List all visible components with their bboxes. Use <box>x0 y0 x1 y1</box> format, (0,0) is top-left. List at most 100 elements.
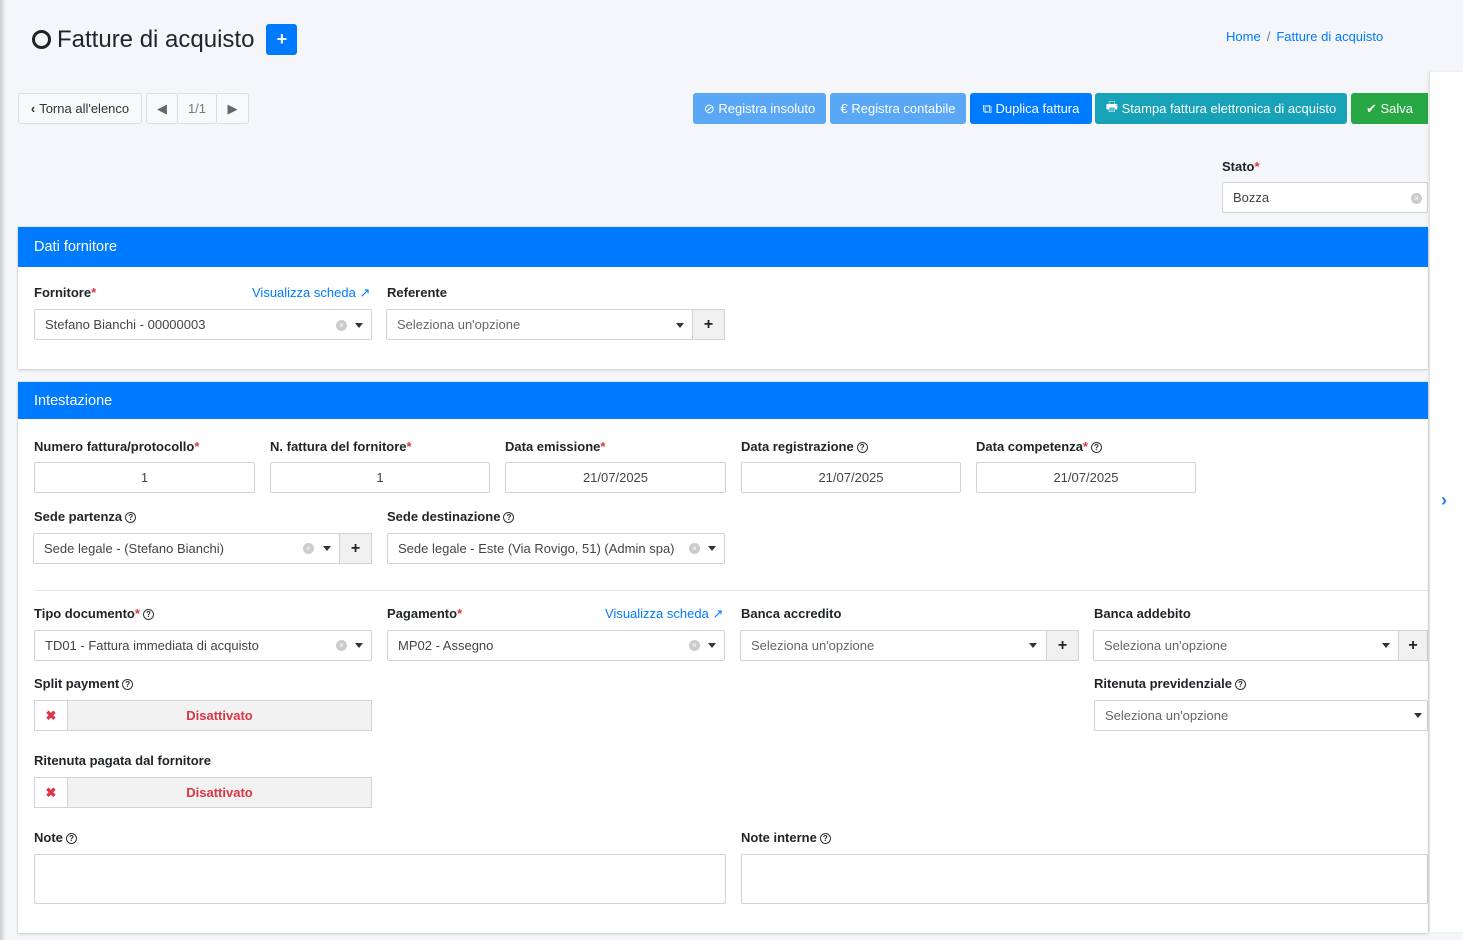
clear-icon[interactable]: × <box>303 543 314 554</box>
toggle-state: Disattivato <box>186 708 253 723</box>
help-icon[interactable]: ? <box>1234 679 1246 690</box>
add-sede-button[interactable]: + <box>339 533 372 564</box>
stato-label: Stato* <box>1222 159 1260 174</box>
split-payment-toggle[interactable]: ✖ Disattivato <box>34 700 372 731</box>
stampa-fattura-button[interactable]: 🖶 Stampa fattura elettronica di acquisto <box>1095 93 1347 124</box>
visualizza-scheda-pagamento-link[interactable]: Visualizza scheda ↗ <box>605 606 723 622</box>
add-button[interactable]: + <box>266 24 298 55</box>
record-counter: 1/1 <box>177 93 217 124</box>
caret-down-icon <box>1029 643 1037 648</box>
help-icon[interactable]: ? <box>819 833 831 844</box>
registra-insoluto-button[interactable]: ⊘ Registra insoluto <box>693 93 826 124</box>
card-header[interactable]: Intestazione <box>18 382 1428 419</box>
help-icon[interactable]: ? <box>125 512 137 523</box>
add-banca-accredito-button[interactable]: + <box>1046 630 1079 661</box>
arrow-right-circle-icon: ▶ <box>227 100 238 116</box>
ritenuta-pagata-toggle[interactable]: ✖ Disattivato <box>34 777 372 808</box>
registrazione-label: Data registrazione? <box>741 439 868 454</box>
ban-icon: ⊘ <box>703 100 719 116</box>
prev-record-button[interactable]: ◀ <box>146 93 178 124</box>
card-header[interactable]: Dati fornitore <box>18 227 1428 267</box>
tipo-label: Tipo documento*? <box>34 606 154 621</box>
sidebar-edge <box>0 0 6 940</box>
partenza-select[interactable]: Sede legale - (Stefano Bianchi) <box>33 533 340 564</box>
page-counter: 1/1 <box>187 101 207 116</box>
note-interne-textarea[interactable] <box>741 854 1428 904</box>
salva-button[interactable]: ✔ Salva <box>1351 93 1428 124</box>
clear-icon[interactable]: × <box>689 543 700 554</box>
help-icon[interactable]: ? <box>503 512 515 523</box>
caret-down-icon <box>1382 643 1390 648</box>
help-icon[interactable]: ? <box>122 679 134 690</box>
stato-select[interactable]: Bozza <box>1222 182 1428 213</box>
dati-fornitore-card: Dati fornitore <box>18 227 1428 369</box>
back-to-list-button[interactable]: ‹ Torna all'elenco <box>18 93 142 124</box>
clear-icon[interactable]: × <box>336 320 347 331</box>
emissione-label: Data emissione* <box>505 439 606 454</box>
tipo-documento-select[interactable]: TD01 - Fattura immediata di acquisto <box>34 630 372 661</box>
print-icon: 🖶 <box>1105 98 1122 114</box>
nfornitore-label: N. fattura del fornitore* <box>270 439 412 454</box>
ritpag-label: Ritenuta pagata dal fornitore <box>34 753 211 768</box>
fornitore-select[interactable]: Stefano Bianchi - 00000003 <box>34 309 372 340</box>
duplica-fattura-button[interactable]: ⧉ Duplica fattura <box>970 93 1092 124</box>
clear-icon[interactable]: × <box>336 640 347 651</box>
value: TD01 - Fattura immediata di acquisto <box>45 638 259 653</box>
card-title: Intestazione <box>34 392 113 409</box>
numero-input[interactable]: 1 <box>34 462 255 493</box>
help-icon[interactable]: ? <box>1090 442 1102 453</box>
ritprev-label: Ritenuta previdenziale? <box>1094 676 1246 691</box>
partenza-label: Sede partenza? <box>34 509 137 524</box>
value: 21/07/2025 <box>1053 470 1119 485</box>
breadcrumb-current[interactable]: Fatture di acquisto <box>1276 29 1383 44</box>
caret-down-icon <box>676 323 684 328</box>
external-link-icon: ↗ <box>712 606 724 621</box>
value: 1 <box>140 470 149 485</box>
registrazione-input[interactable]: 21/07/2025 <box>741 462 961 493</box>
value: 21/07/2025 <box>818 470 884 485</box>
competenza-label: Data competenza*? <box>976 439 1102 454</box>
add-referente-button[interactable]: + <box>692 309 725 340</box>
competenza-input[interactable]: 21/07/2025 <box>976 462 1196 493</box>
note-label: Note? <box>34 830 77 845</box>
registra-contabile-button[interactable]: € Registra contabile <box>830 93 966 124</box>
fornitore-label: Fornitore* <box>34 285 97 300</box>
caret-down-icon <box>708 643 716 648</box>
note-interne-label: Note interne? <box>741 830 831 845</box>
help-icon[interactable]: ? <box>856 442 868 453</box>
help-icon[interactable]: ? <box>65 833 77 844</box>
clear-icon[interactable]: × <box>1411 193 1422 204</box>
ritenuta-previdenziale-select[interactable]: Seleziona un'opzione <box>1094 700 1428 731</box>
x-icon: ✖ <box>35 778 68 807</box>
visualizza-scheda-link[interactable]: Visualizza scheda ↗ <box>252 285 370 301</box>
pagamento-label: Pagamento* <box>387 606 463 621</box>
chevron-right-icon[interactable]: › <box>1441 490 1447 511</box>
arrow-left-circle-icon: ◀ <box>157 100 167 116</box>
help-icon[interactable]: ? <box>142 609 154 620</box>
stato-value: Bozza <box>1233 190 1270 205</box>
note-textarea[interactable] <box>34 854 726 904</box>
chevron-left-icon: ‹ <box>30 101 36 116</box>
value: 1 <box>376 470 384 485</box>
placeholder: Seleziona un'opzione <box>751 638 875 653</box>
breadcrumb-home[interactable]: Home <box>1226 29 1261 44</box>
pagamento-select[interactable]: MP02 - Assegno <box>387 630 725 661</box>
banca-accredito-select[interactable]: Seleziona un'opzione <box>740 630 1047 661</box>
caret-down-icon <box>1414 713 1422 718</box>
caret-down-icon <box>323 546 331 551</box>
status-circle-icon <box>32 30 51 49</box>
destinazione-select[interactable]: Sede legale - Este (Via Rovigo, 51) (Adm… <box>387 533 725 564</box>
referente-select[interactable]: Seleziona un'opzione <box>386 309 693 340</box>
banca-addebito-select[interactable]: Seleziona un'opzione <box>1093 630 1399 661</box>
caret-down-icon <box>355 643 363 648</box>
value: MP02 - Assegno <box>398 638 494 653</box>
add-banca-addebito-button[interactable]: + <box>1398 630 1428 661</box>
clear-icon[interactable]: × <box>689 640 700 651</box>
next-record-button[interactable]: ▶ <box>216 93 249 124</box>
nfornitore-input[interactable]: 1 <box>270 462 490 493</box>
split-label: Split payment? <box>34 676 134 691</box>
addebito-label: Banca addebito <box>1094 606 1191 621</box>
page-title-text: Fatture di acquisto <box>57 25 255 53</box>
label: Registra contabile <box>851 101 956 116</box>
emissione-input[interactable]: 21/07/2025 <box>505 462 726 493</box>
